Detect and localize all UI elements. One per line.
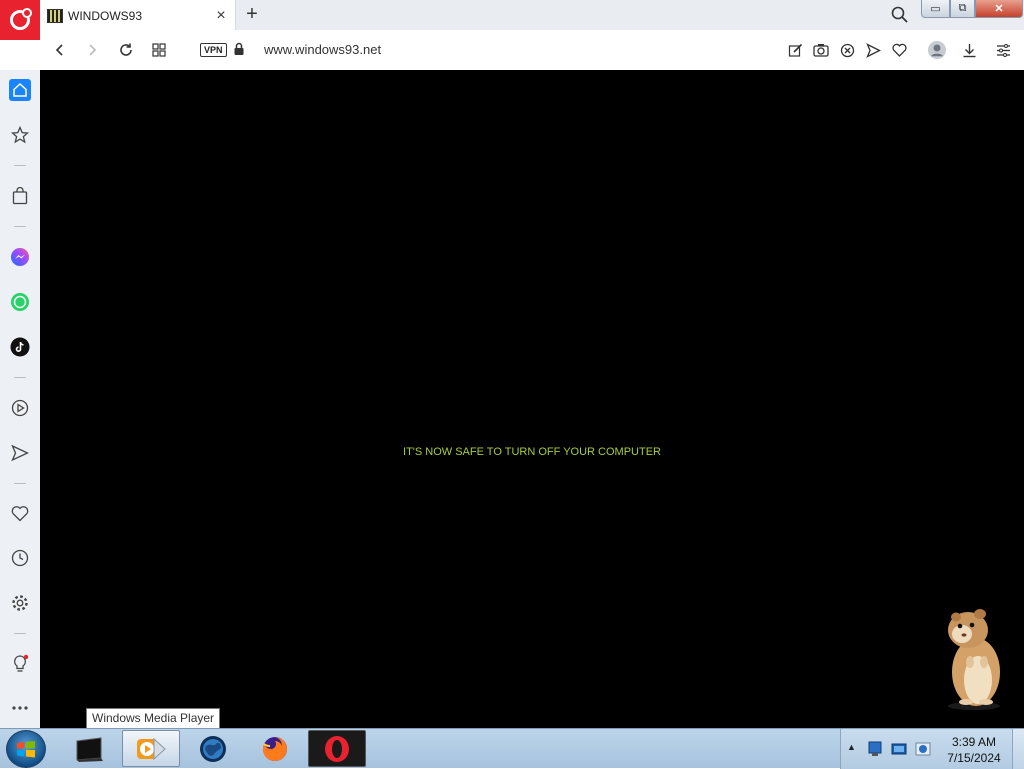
sidebar-divider <box>14 377 26 378</box>
sidebar-item-bookmarks[interactable] <box>9 502 31 524</box>
taskbar: ▲ 3:39 AM 7/15/2024 <box>0 728 1024 769</box>
back-icon <box>55 44 63 56</box>
tabs-grid-icon <box>152 43 166 57</box>
sidebar-item-history[interactable] <box>9 547 31 569</box>
sidebar-item-tiktok[interactable] <box>9 336 31 358</box>
edit-icon <box>788 43 802 57</box>
network-icon[interactable] <box>867 740 883 758</box>
more-icon <box>12 706 28 710</box>
tab-close-icon[interactable]: × <box>213 7 229 24</box>
sidebar-item-home[interactable] <box>9 79 31 101</box>
send-icon <box>11 444 29 462</box>
shutdown-message: IT'S NOW SAFE TO TURN OFF YOUR COMPUTER <box>403 446 661 458</box>
sidebar-divider <box>14 633 26 634</box>
maximize-button[interactable]: ⧉ <box>950 0 975 18</box>
firefox-icon <box>262 736 287 761</box>
history-icon <box>11 549 29 567</box>
show-hidden-icons-button[interactable]: ▲ <box>847 742 856 752</box>
url-input[interactable]: www.windows93.net <box>264 42 381 57</box>
home-icon <box>13 82 27 97</box>
sidebar-item-shopping[interactable] <box>9 185 31 207</box>
whatsapp-icon <box>11 293 29 311</box>
lock-icon[interactable] <box>232 42 246 56</box>
easy-setup-button[interactable] <box>993 40 1013 60</box>
download-icon <box>963 43 975 57</box>
downloads-button[interactable] <box>959 40 979 60</box>
reload-button[interactable] <box>116 40 136 60</box>
address-bar: VPN www.windows93.net <box>40 30 1024 71</box>
tabs-overview-button[interactable] <box>149 40 169 60</box>
tab-title: WINDOWS93 <box>68 8 143 23</box>
sidebar <box>0 70 40 728</box>
globe-icon <box>200 735 226 762</box>
sidebar-divider <box>14 226 26 227</box>
search-icon <box>891 6 908 23</box>
edit-button[interactable] <box>785 40 805 60</box>
sidebar-divider <box>14 483 26 484</box>
sidebar-more-button[interactable] <box>9 697 31 719</box>
tab-windows93[interactable]: WINDOWS93 × <box>40 0 236 31</box>
messenger-icon <box>11 248 29 266</box>
windows-logo-icon <box>17 741 35 758</box>
sidebar-item-messenger[interactable] <box>9 246 31 268</box>
lightbulb-icon <box>14 654 29 672</box>
taskbar-opera[interactable] <box>308 730 366 767</box>
adblock-icon <box>840 43 854 57</box>
star-icon <box>11 126 29 144</box>
sidebar-item-player[interactable] <box>9 397 31 419</box>
camera-icon <box>813 44 829 57</box>
opera-menu-button[interactable] <box>0 0 40 40</box>
adblock-button[interactable] <box>837 40 857 60</box>
windows93-favicon-icon <box>47 8 63 23</box>
heart-icon <box>11 505 29 521</box>
sidebar-item-tips[interactable] <box>9 653 31 675</box>
opera-icon <box>325 735 349 762</box>
bookmark-heart-button[interactable] <box>889 40 909 60</box>
profile-icon <box>928 41 946 59</box>
profile-button[interactable] <box>927 40 947 60</box>
windows-media-player-icon <box>137 737 166 760</box>
taskbar-tooltip: Windows Media Player <box>86 708 221 729</box>
tab-bar: WINDOWS93 × + ▭ ⧉ ✕ <box>0 0 1024 40</box>
new-tab-button[interactable]: + <box>243 4 261 24</box>
heart-icon <box>891 43 907 57</box>
minimize-button[interactable]: ▭ <box>921 0 950 18</box>
opera-logo-icon <box>10 8 32 30</box>
taskbar-terminal[interactable] <box>60 730 118 767</box>
start-button[interactable] <box>6 730 46 768</box>
clock-time: 3:39 AM <box>951 735 997 749</box>
clock-date: 7/15/2024 <box>947 751 1001 765</box>
send-button[interactable] <box>863 40 883 60</box>
settings-icon <box>12 595 28 611</box>
send-icon <box>865 42 881 58</box>
sidebar-item-flow[interactable] <box>9 442 31 464</box>
search-tabs-button[interactable] <box>890 5 910 25</box>
easy-setup-icon <box>996 43 1010 57</box>
web-page-content[interactable]: IT'S NOW SAFE TO TURN OFF YOUR COMPUTER <box>40 70 1024 728</box>
window-controls: ▭ ⧉ ✕ <box>921 0 1023 20</box>
sidebar-item-whatsapp[interactable] <box>9 291 31 313</box>
taskbar-firefox[interactable] <box>246 730 304 767</box>
forward-button[interactable] <box>82 40 102 60</box>
back-button[interactable] <box>50 40 70 60</box>
taskbar-clock[interactable]: 3:39 AM 7/15/2024 <box>945 734 1003 766</box>
bag-icon <box>12 187 28 205</box>
volume-icon[interactable] <box>915 741 931 757</box>
forward-icon <box>89 44 97 56</box>
sidebar-divider <box>14 165 26 166</box>
show-desktop-button[interactable] <box>1012 729 1024 769</box>
reload-icon <box>120 43 132 56</box>
close-window-button[interactable]: ✕ <box>975 0 1023 18</box>
tiktok-icon <box>10 337 30 357</box>
action-center-icon[interactable] <box>891 741 907 757</box>
sidebar-item-speed-dial[interactable] <box>9 124 31 146</box>
snapshot-button[interactable] <box>811 40 831 60</box>
hamster-mascot-icon <box>948 609 1000 710</box>
terminal-icon <box>76 736 103 762</box>
taskbar-windows-media-player[interactable] <box>122 730 180 767</box>
vpn-badge[interactable]: VPN <box>200 43 227 57</box>
taskbar-internet[interactable] <box>184 730 242 767</box>
sidebar-item-settings[interactable] <box>9 592 31 614</box>
player-icon <box>11 399 29 417</box>
